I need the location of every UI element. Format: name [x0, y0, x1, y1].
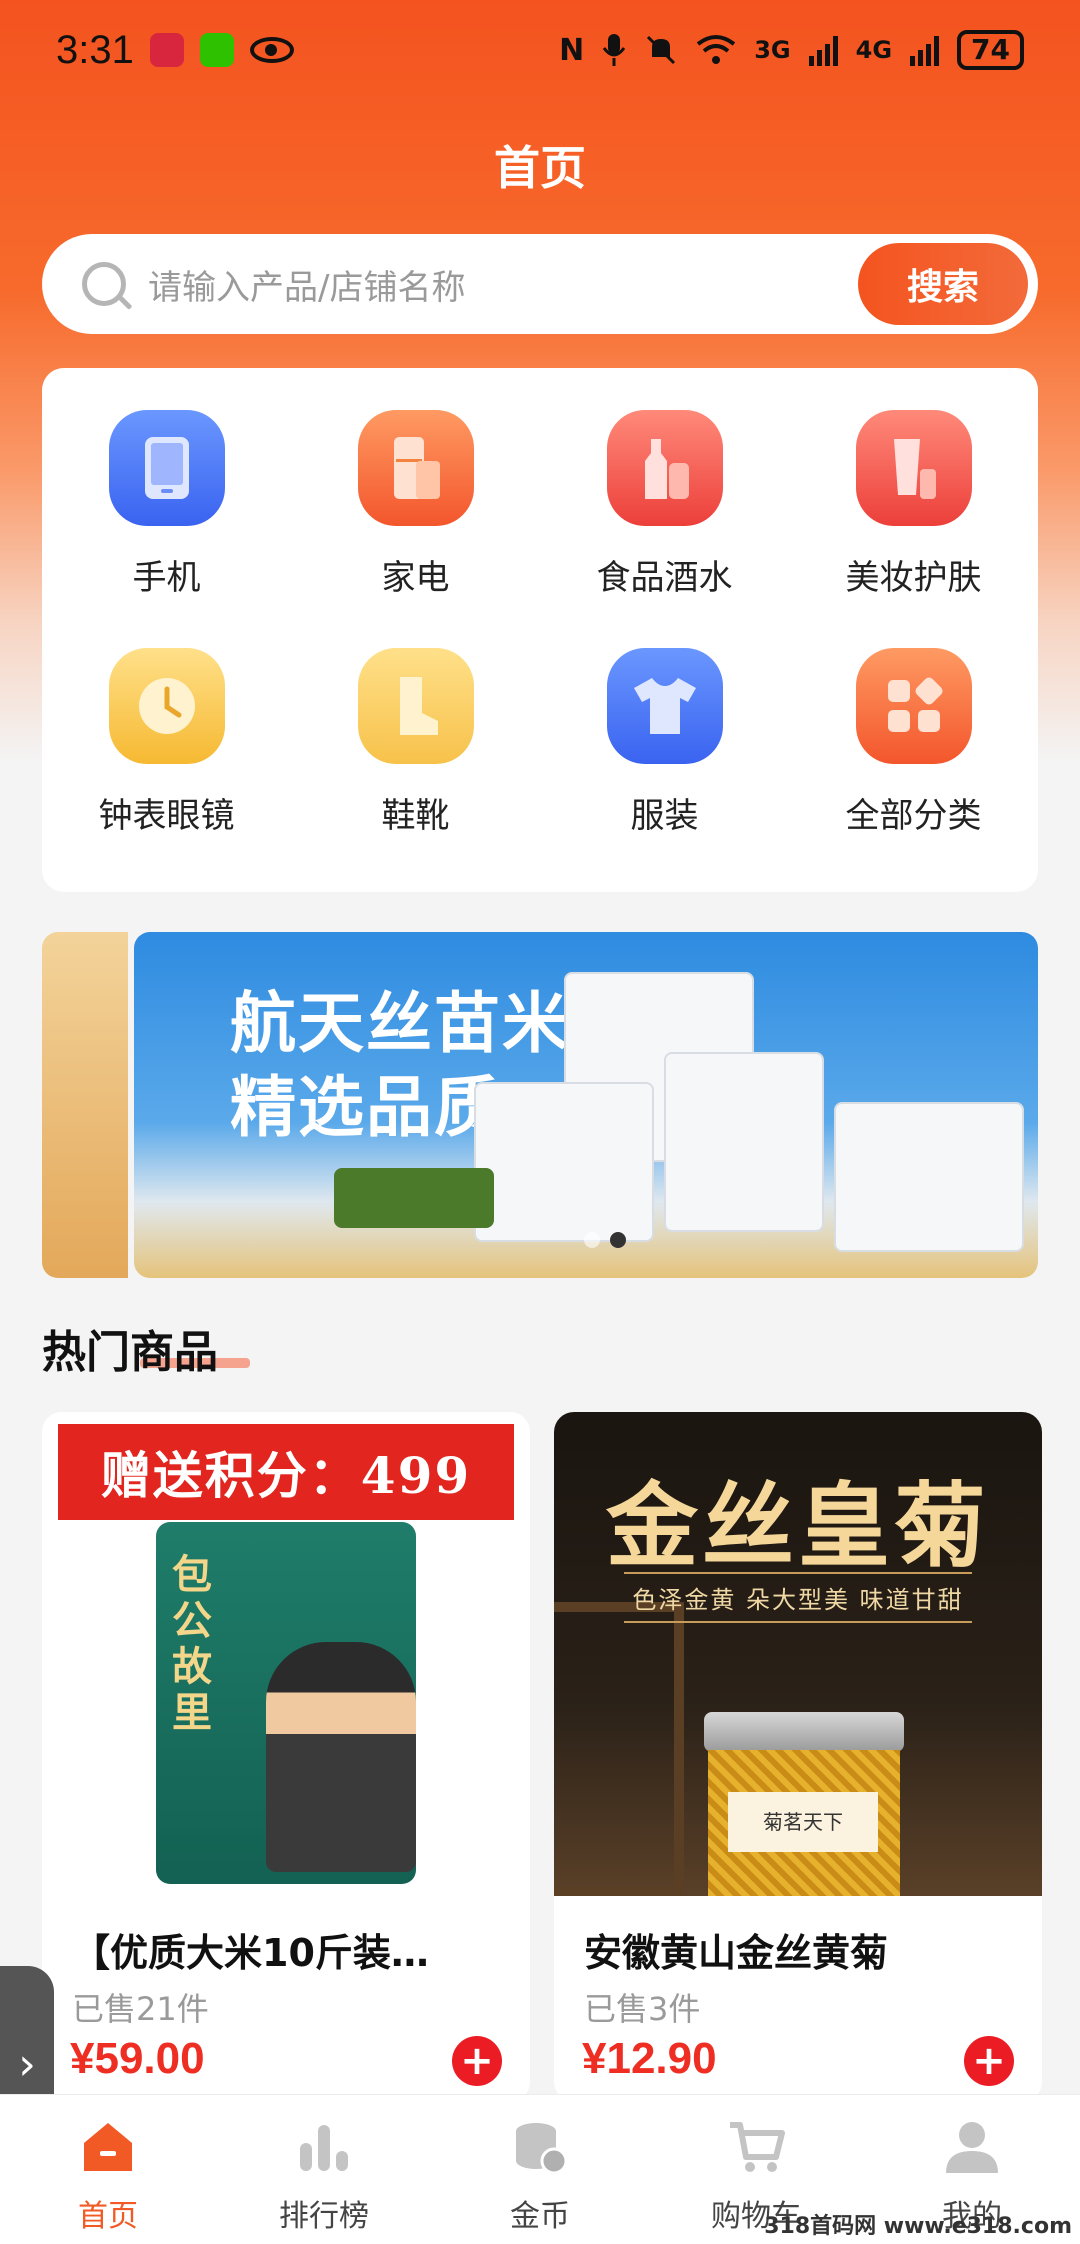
carousel-dot	[584, 1232, 600, 1248]
clock-icon	[108, 648, 225, 764]
previous-banner-preview	[42, 932, 128, 1278]
category-phone[interactable]: 手机	[42, 392, 291, 630]
tab-home[interactable]: 首页	[8, 2113, 208, 2235]
status-bar: 3:31 N 3G 4G 74	[0, 0, 1080, 100]
cosmetics-icon	[855, 410, 972, 526]
product-name: 安徽黄山金丝黄菊	[584, 1931, 889, 1975]
category-label: 鞋靴	[381, 796, 450, 836]
tab-label: 排行榜	[279, 2199, 369, 2234]
grid-icon	[855, 648, 972, 764]
watermark: 318首码网 www.e318.com	[764, 2214, 1072, 2239]
image-title: 金丝皇菊	[605, 1472, 990, 1580]
product-sold-count: 已售21件	[72, 1990, 209, 2028]
search-icon	[82, 262, 126, 306]
bottle-icon	[606, 410, 723, 526]
rice-package-image: 包公故里	[156, 1522, 416, 1884]
eye-icon	[249, 37, 294, 63]
banner-headline-line1: 航天丝苗米	[230, 985, 570, 1062]
category-grid: 手机 家电 食品酒水 美妆护肤 钟表眼镜 鞋靴 服装 全部分类	[42, 368, 1038, 892]
coins-icon	[506, 2113, 574, 2181]
product-sold-count: 已售3件	[584, 1990, 701, 2028]
cartoon-figure	[266, 1642, 416, 1872]
tab-ranking[interactable]: 排行榜	[224, 2113, 424, 2235]
category-watches-glasses[interactable]: 钟表眼镜	[42, 630, 291, 868]
network-4g-label: 4G	[855, 36, 893, 64]
signal-4g-icon	[910, 34, 940, 66]
product-card[interactable]: 金丝皇菊 色泽金黄 朵大型美 味道甘甜 菊茗天下 安徽黄山金丝黄菊 已售3件 ¥…	[554, 1412, 1042, 2102]
category-label: 食品酒水	[596, 558, 733, 598]
points-badge: 赠送积分：499	[58, 1424, 514, 1520]
promo-banner-carousel[interactable]: 航天丝苗米 精选品质。	[42, 932, 1038, 1278]
add-to-cart-button[interactable]: +	[964, 2036, 1014, 2086]
category-label: 手机	[132, 558, 201, 598]
network-3g-label: 3G	[754, 36, 791, 64]
carousel-dot-active	[610, 1232, 626, 1248]
category-label: 钟表眼镜	[98, 796, 235, 836]
nfc-icon: N	[559, 32, 585, 68]
window-frame-decoration	[554, 1602, 684, 1896]
product-image: 金丝皇菊 色泽金黄 朵大型美 味道甘甜 菊茗天下	[554, 1412, 1042, 1896]
category-label: 全部分类	[845, 796, 982, 836]
battery-indicator: 74	[957, 30, 1024, 70]
rice-bag-image	[664, 1052, 824, 1232]
search-button[interactable]: 搜索	[858, 243, 1028, 325]
cart-icon	[722, 2113, 790, 2181]
category-all[interactable]: 全部分类	[789, 630, 1038, 868]
profile-icon	[938, 2113, 1006, 2181]
tea-jar-image: 菊茗天下	[704, 1712, 904, 1896]
tab-label: 金币	[510, 2199, 570, 2234]
search-input[interactable]: 请输入产品/店铺名称	[148, 260, 858, 309]
category-label: 家电	[381, 558, 450, 598]
rice-bag-image	[834, 1102, 1024, 1252]
fridge-icon	[357, 410, 474, 526]
mute-bell-icon	[647, 35, 676, 65]
product-card[interactable]: 包公故里 赠送积分：499 【优质大米10斤装… 已售21件 ¥59.00 +	[42, 1412, 530, 2102]
boot-icon	[357, 648, 474, 764]
harvester-image	[334, 1168, 494, 1228]
app-notification-icon	[149, 33, 184, 67]
chevron-right-icon: ›	[18, 2038, 36, 2090]
image-subtitle: 色泽金黄 朵大型美 味道甘甜	[624, 1572, 972, 1623]
category-shoes[interactable]: 鞋靴	[291, 630, 540, 868]
jar-label: 菊茗天下	[728, 1792, 878, 1852]
home-icon	[74, 2113, 142, 2181]
wifi-icon	[696, 35, 736, 64]
phone-icon	[108, 410, 225, 526]
signal-3g-icon	[808, 34, 838, 66]
wechat-icon	[199, 33, 234, 67]
category-label: 服装	[630, 796, 699, 836]
tab-coins[interactable]: 金币	[440, 2113, 640, 2235]
tab-label: 首页	[78, 2199, 138, 2234]
carousel-indicator	[584, 1232, 626, 1248]
search-bar[interactable]: 请输入产品/店铺名称 搜索	[42, 234, 1038, 334]
rice-bag-image	[474, 1082, 654, 1242]
category-food-drinks[interactable]: 食品酒水	[540, 392, 789, 630]
section-title: 热门商品	[42, 1327, 218, 1378]
promo-banner[interactable]: 航天丝苗米 精选品质。	[134, 932, 1038, 1278]
package-text: 包公故里	[172, 1552, 212, 1736]
shirt-icon	[606, 648, 723, 764]
product-image: 包公故里 赠送积分：499	[42, 1412, 530, 1896]
category-label: 美妆护肤	[845, 558, 982, 598]
microphone-icon	[602, 34, 626, 66]
ranking-icon	[290, 2113, 358, 2181]
category-cosmetics[interactable]: 美妆护肤	[789, 392, 1038, 630]
product-price: ¥59.00	[70, 2034, 205, 2083]
product-name: 【优质大米10斤装…	[72, 1931, 429, 1975]
category-appliances[interactable]: 家电	[291, 392, 540, 630]
add-to-cart-button[interactable]: +	[452, 2036, 502, 2086]
status-time: 3:31	[56, 27, 134, 72]
product-price: ¥12.90	[582, 2034, 717, 2083]
page-title: 首页	[494, 141, 586, 195]
jar-lid	[704, 1712, 904, 1752]
category-clothing[interactable]: 服装	[540, 630, 789, 868]
